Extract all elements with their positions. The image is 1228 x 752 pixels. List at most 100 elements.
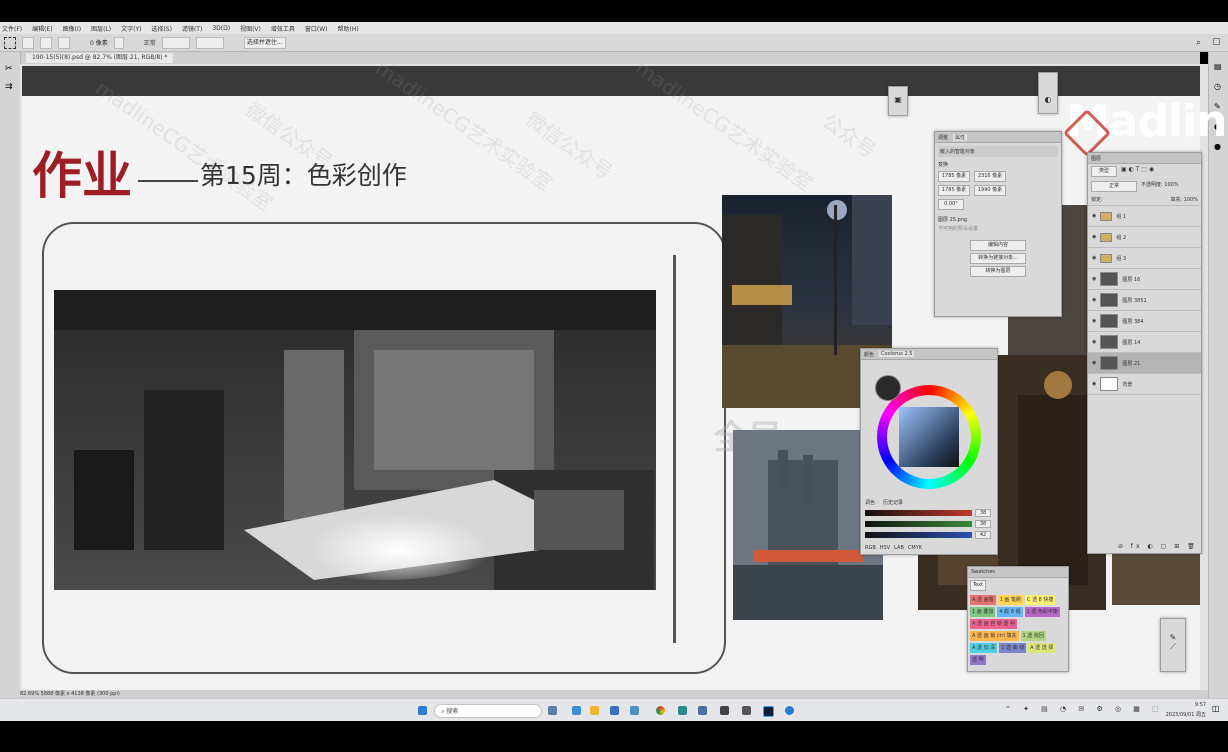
edge-icon[interactable]	[785, 706, 794, 715]
fill-field[interactable]: 填充: 100%	[1170, 196, 1198, 203]
share-icon[interactable]: ▢	[1212, 37, 1221, 47]
app-icon[interactable]	[698, 706, 707, 715]
pen-icon[interactable]: ✎	[1161, 633, 1185, 642]
menu-item[interactable]: 选择(S)	[151, 24, 172, 33]
opacity-field[interactable]: 不透明度: 100%	[1141, 181, 1179, 192]
tab-properties[interactable]: 属性	[953, 133, 968, 141]
eye-icon[interactable]: ◉	[1092, 381, 1096, 387]
eye-icon[interactable]: ◉	[1092, 276, 1096, 282]
swatch-button[interactable]: 透 明	[970, 655, 986, 665]
swatch-button[interactable]: 1 画 笔刷	[997, 595, 1023, 605]
eye-icon[interactable]: ◉	[1092, 234, 1096, 240]
angle-field[interactable]: 0.00°	[938, 199, 964, 210]
menu-item[interactable]: 滤镜(T)	[182, 24, 202, 33]
layers-footer-icons[interactable]: ⊘ fx ◐ ▢ ⊞ 🗑	[1118, 543, 1198, 550]
eye-icon[interactable]: ◉	[1092, 318, 1096, 324]
layer-row[interactable]: ◉ 组 2	[1088, 227, 1201, 248]
swatch-button[interactable]: A 透 画 自 锁 透 明	[970, 619, 1017, 629]
style-label[interactable]: 正常	[144, 38, 156, 47]
swatch-button[interactable]: A 透 画笔	[970, 595, 996, 605]
panel-icon[interactable]: ▤	[1214, 62, 1222, 71]
folder-icon[interactable]	[590, 706, 599, 715]
add-selection-icon[interactable]	[40, 36, 52, 49]
y-field[interactable]: 1990 像素	[974, 185, 1006, 196]
mode-tab-lab[interactable]: LAB	[894, 545, 904, 551]
layer-kind-filter[interactable]: 类型	[1091, 166, 1117, 177]
mail-icon[interactable]	[630, 706, 639, 715]
swatch-button[interactable]: 4 颜 8 锐	[997, 607, 1023, 617]
eye-icon[interactable]: ◉	[1092, 255, 1096, 261]
layer-row[interactable]: ◉ 组 1	[1088, 206, 1201, 227]
line-icon[interactable]: ⟋	[1161, 642, 1185, 652]
notification-icon[interactable]: ◫	[1212, 704, 1220, 713]
eye-icon[interactable]: ◉	[1092, 339, 1096, 345]
slider-track[interactable]	[865, 532, 972, 538]
camera-icon[interactable]: ▣	[889, 95, 907, 104]
marquee-tool-icon[interactable]	[4, 36, 16, 49]
width-field[interactable]: 1785 像素	[938, 171, 970, 182]
layer-row[interactable]: ◉ 图层 3851	[1088, 290, 1201, 311]
windows-icon[interactable]	[418, 706, 427, 715]
edit-contents-button[interactable]: 编辑内容	[970, 240, 1026, 251]
menu-item[interactable]: 文字(Y)	[121, 24, 141, 33]
photoshop-icon[interactable]	[763, 706, 774, 717]
slider-value[interactable]: 42	[975, 531, 991, 539]
new-selection-icon[interactable]	[22, 36, 34, 49]
swatches-text-tab[interactable]: Text	[970, 580, 986, 591]
tab-coolorus[interactable]: Coolorus 2.5	[879, 351, 915, 357]
swatch-button[interactable]: A 透 画 锁 ctrl 填充	[970, 631, 1019, 641]
taskbar-search[interactable]: ⌕ 搜索	[434, 704, 542, 718]
circle-icon[interactable]: ◐	[1039, 95, 1057, 104]
menu-item[interactable]: 编辑(E)	[32, 24, 52, 33]
menu-item[interactable]: 视图(V)	[240, 24, 261, 33]
swatch-button[interactable]: C 透 8 快捷	[1024, 595, 1056, 605]
explorer-icon[interactable]	[572, 706, 581, 715]
scissors-icon[interactable]: ✂	[5, 64, 13, 74]
color-slider[interactable]: 38	[865, 520, 991, 528]
width-field[interactable]	[161, 36, 190, 49]
mode-tab-rgb[interactable]: RGB	[865, 545, 876, 551]
slider-value[interactable]: 38	[975, 509, 991, 517]
system-tray[interactable]: ⌃ ✦ ▤ ◔ ✉ ⚙ ◎ ▦ ⬚	[1005, 705, 1164, 713]
swatch-button[interactable]: A 透 加 深	[970, 643, 998, 653]
tab-color[interactable]: 颜色	[864, 351, 874, 358]
mode-tab-cmyk[interactable]: CMYK	[908, 545, 922, 551]
blend-mode-select[interactable]: 正常	[1091, 181, 1137, 192]
swatch-button[interactable]: 1 透 曲 线	[999, 643, 1027, 653]
antialias-checkbox[interactable]	[113, 36, 124, 49]
menu-item[interactable]: 窗口(W)	[305, 24, 328, 33]
app-icon[interactable]	[742, 706, 751, 715]
color-slider[interactable]: 42	[865, 531, 991, 539]
menu-item[interactable]: 图像(I)	[63, 24, 81, 33]
slider-track[interactable]	[865, 510, 972, 516]
layer-row[interactable]: ◉ 图层 16	[1088, 269, 1201, 290]
menu-item[interactable]: 3D(D)	[212, 25, 230, 32]
layer-row[interactable]: ◉ 图层 21	[1088, 353, 1201, 374]
clock-time[interactable]: 9:57	[1170, 702, 1206, 708]
layer-row[interactable]: ◉ 图层 14	[1088, 332, 1201, 353]
menu-item[interactable]: 帮助(H)	[338, 24, 359, 33]
menu-item[interactable]: 文件(F)	[2, 24, 22, 33]
layer-row[interactable]: ◉ 组 3	[1088, 248, 1201, 269]
layer-row[interactable]: ◉ 背景	[1088, 374, 1201, 395]
current-color-swatch[interactable]	[875, 375, 901, 401]
x-field[interactable]: 1785 像素	[938, 185, 970, 196]
convert-linked-button[interactable]: 转换为链接对象...	[970, 253, 1026, 264]
clock-date[interactable]: 2023/09/01 周五	[1154, 711, 1206, 718]
layer-row[interactable]: ◉ 图层 384	[1088, 311, 1201, 332]
history-icon[interactable]: ◷	[1214, 82, 1221, 91]
swatch-button[interactable]: 1 画 叠加	[970, 607, 996, 617]
subtract-selection-icon[interactable]	[58, 36, 70, 49]
slider-value[interactable]: 38	[975, 520, 991, 528]
swatch-button[interactable]: A 透 选 择	[1028, 643, 1056, 653]
eye-icon[interactable]: ◉	[1092, 360, 1096, 366]
search-icon[interactable]: ⌕	[1196, 38, 1201, 48]
slider-track[interactable]	[865, 521, 972, 527]
mode-tab-hsv[interactable]: HSV	[880, 545, 890, 551]
eye-icon[interactable]: ◉	[1092, 297, 1096, 303]
color-square[interactable]	[899, 407, 959, 467]
convert-layer-button[interactable]: 转换为图层	[970, 266, 1026, 277]
menu-item[interactable]: 增效工具	[271, 24, 295, 33]
widgets-icon[interactable]	[548, 706, 557, 715]
collapse-icon[interactable]: ⇉	[5, 82, 13, 92]
